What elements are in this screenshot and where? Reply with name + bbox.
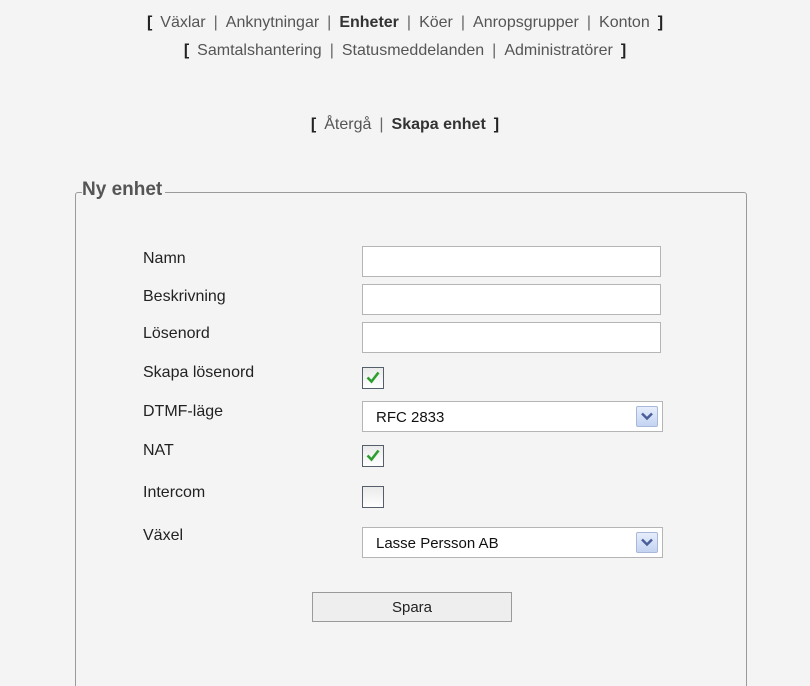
nav-link-samtalshantering[interactable]: Samtalshantering: [197, 42, 322, 59]
nav-bracket-open: [: [146, 14, 153, 31]
back-link[interactable]: Återgå: [324, 116, 371, 133]
save-button[interactable]: Spara: [312, 592, 512, 622]
subnav-bracket-close: ]: [493, 116, 500, 133]
nav-separator: |: [586, 14, 592, 31]
description-label: Beskrivning: [143, 288, 226, 305]
nav-separator: |: [379, 116, 384, 133]
name-label: Namn: [143, 250, 186, 267]
page: [ Växlar | Anknytningar | Enheter | Köer | Anrops…: [0, 0, 810, 686]
intercom-checkbox[interactable]: [362, 486, 384, 508]
nav-link-administratorer[interactable]: Administratörer: [504, 42, 612, 59]
nav-bracket-open: [: [183, 42, 190, 59]
nav-link-statusmeddelanden[interactable]: Statusmeddelanden: [342, 42, 484, 59]
nav-link-enheter[interactable]: Enheter: [339, 14, 399, 31]
nav-bracket-close: ]: [620, 42, 627, 59]
nav-bracket-close: ]: [657, 14, 664, 31]
nav-separator: |: [406, 14, 412, 31]
nav-separator: |: [327, 14, 332, 31]
subnav-bracket-open: [: [310, 116, 317, 133]
nav-link-anknytningar[interactable]: Anknytningar: [226, 14, 319, 31]
sub-nav: [ Återgå | Skapa enhet]: [0, 116, 810, 134]
dtmf-mode-select[interactable]: RFC 2833: [362, 401, 663, 432]
chevron-down-icon[interactable]: [636, 532, 658, 553]
secondary-nav: [ Samtalshantering | Statusmeddelanden | Admi…: [0, 42, 810, 60]
exchange-label: Växel: [143, 527, 184, 544]
name-input[interactable]: [362, 246, 661, 277]
create-unit-link[interactable]: Skapa enhet: [392, 116, 486, 133]
nat-label: NAT: [143, 442, 174, 459]
password-input[interactable]: [362, 322, 661, 353]
dtmf-mode-value: RFC 2833: [376, 409, 445, 426]
nav-separator: |: [460, 14, 466, 31]
nat-checkbox[interactable]: [362, 445, 384, 467]
nav-separator: |: [329, 42, 334, 59]
nav-separator: |: [492, 42, 497, 59]
nav-link-anropsgrupper[interactable]: Anropsgrupper: [473, 14, 579, 31]
password-label: Lösenord: [143, 325, 210, 342]
dtmf-mode-label: DTMF-läge: [143, 403, 224, 420]
exchange-value: Lasse Persson AB: [376, 535, 499, 552]
create-password-checkbox[interactable]: [362, 367, 384, 389]
nav-separator: |: [213, 14, 218, 31]
primary-nav: [ Växlar | Anknytningar | Enheter | Köer | Anrops…: [0, 14, 810, 32]
chevron-down-icon[interactable]: [636, 406, 658, 427]
exchange-select[interactable]: Lasse Persson AB: [362, 527, 663, 558]
nav-link-vaxlar[interactable]: Växlar: [160, 14, 205, 31]
nav-link-koer[interactable]: Köer: [419, 14, 453, 31]
checkmark-icon: [366, 371, 380, 384]
create-password-label: Skapa lösenord: [143, 364, 255, 381]
description-input[interactable]: [362, 284, 661, 315]
checkmark-icon: [366, 449, 380, 462]
fieldset-legend: Ny enhet: [82, 179, 166, 201]
intercom-label: Intercom: [143, 484, 206, 501]
nav-link-konton[interactable]: Konton: [599, 14, 650, 31]
